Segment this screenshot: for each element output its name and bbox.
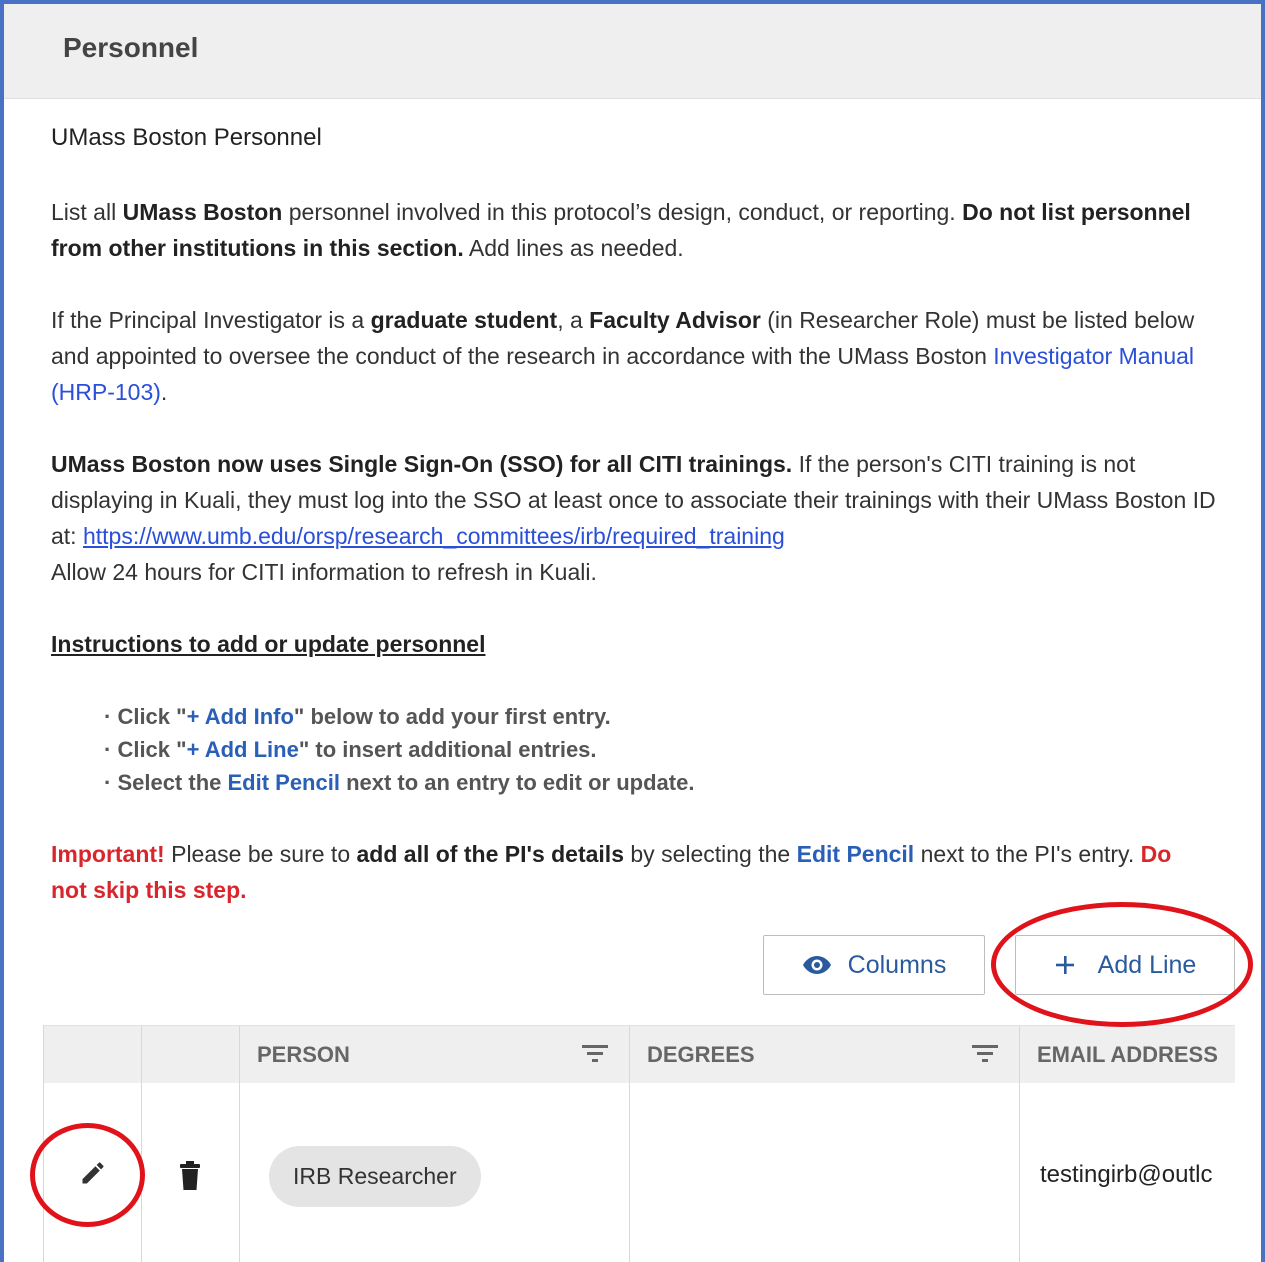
add-line-button-label: Add Line <box>1097 950 1197 979</box>
personnel-table: PERSON DEGREES EMAIL ADDRESS IRB Researc… <box>43 1025 1235 1262</box>
instructions-title: Instructions to add or update personnel <box>51 631 486 657</box>
table-header: PERSON DEGREES EMAIL ADDRESS <box>44 1025 1235 1084</box>
columns-button[interactable]: Columns <box>763 935 985 995</box>
eye-icon <box>802 956 831 974</box>
filter-icon[interactable] <box>581 1042 609 1064</box>
header-email[interactable]: EMAIL ADDRESS <box>1020 1026 1235 1083</box>
degrees-cell <box>630 1083 1020 1262</box>
list-item: · Select the Edit Pencil next to an entr… <box>104 770 695 795</box>
header-degrees-label: DEGREES <box>647 1041 755 1067</box>
list-item: · Click "+ Add Line" to insert additiona… <box>104 737 597 762</box>
header-email-label: EMAIL ADDRESS <box>1037 1041 1218 1067</box>
header-degrees[interactable]: DEGREES <box>630 1026 1020 1083</box>
panel-title: Personnel <box>63 32 199 63</box>
edit-cell <box>44 1083 142 1262</box>
list-item: · Click "+ Add Info" below to add your f… <box>104 704 611 729</box>
edit-pencil-icon[interactable] <box>79 1159 107 1187</box>
person-chip[interactable]: IRB Researcher <box>269 1146 481 1207</box>
graduate-student-paragraph: If the Principal Investigator is a gradu… <box>51 307 1195 405</box>
important-notice: Important! Please be sure to add all of … <box>51 841 1172 903</box>
trash-icon[interactable] <box>178 1161 202 1191</box>
filter-icon[interactable] <box>971 1042 999 1064</box>
add-line-button[interactable]: Add Line <box>1015 935 1235 995</box>
sso-paragraph: UMass Boston now uses Single Sign-On (SS… <box>51 451 1216 585</box>
delete-cell <box>142 1083 240 1262</box>
email-cell: testingirb@outlc <box>1020 1083 1235 1262</box>
training-url-link[interactable]: https://www.umb.edu/orsp/research_commit… <box>83 523 785 549</box>
header-person[interactable]: PERSON <box>240 1026 630 1083</box>
panel-header: Personnel <box>4 4 1261 99</box>
header-delete-column <box>142 1026 240 1083</box>
plus-icon <box>1055 956 1074 974</box>
columns-button-label: Columns <box>847 950 947 979</box>
table-row: IRB Researcher testingirb@outlc <box>44 1083 1235 1262</box>
person-cell: IRB Researcher <box>240 1083 630 1262</box>
email-value: testingirb@outlc <box>1040 1161 1213 1188</box>
section-title: UMass Boston Personnel <box>51 124 322 151</box>
instructions-list: · Click "+ Add Info" below to add your f… <box>104 700 694 799</box>
intro-paragraph: List all UMass Boston personnel involved… <box>51 199 1191 261</box>
header-person-label: PERSON <box>257 1041 350 1067</box>
header-edit-column <box>44 1026 142 1083</box>
